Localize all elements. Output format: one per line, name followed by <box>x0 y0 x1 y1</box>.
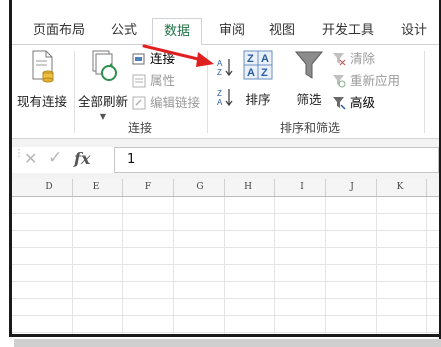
ribbon-separator <box>424 51 425 133</box>
tab-view[interactable]: 视图 <box>262 18 302 44</box>
filter-button[interactable]: 筛选 <box>288 49 330 108</box>
svg-text:Z: Z <box>247 53 254 65</box>
tab-developer[interactable]: 开发工具 <box>314 18 382 44</box>
grid-line <box>12 315 439 316</box>
advanced-filter-icon <box>333 97 346 110</box>
reapply-icon <box>333 75 346 88</box>
column-separator <box>274 179 275 196</box>
grid-line <box>12 213 439 214</box>
cell-grid[interactable] <box>12 197 439 334</box>
excel-window: 页面布局 公式 数据 审阅 视图 开发工具 设计 现有连接 全部刷新 ▼ 连接 … <box>0 0 441 347</box>
filter-funnel-icon <box>294 51 324 79</box>
column-header-e[interactable]: E <box>86 179 106 196</box>
sort-label: 排序 <box>245 92 271 107</box>
cancel-icon[interactable]: ✕ <box>24 149 37 168</box>
sort-descending-icon[interactable]: Z A <box>216 87 234 107</box>
clear-filter-label: 清除 <box>350 51 376 66</box>
grid-line <box>173 197 174 334</box>
column-separator <box>325 179 326 196</box>
tab-data[interactable]: 数据 <box>152 18 202 45</box>
grid-line <box>274 197 275 334</box>
formula-dropdown-dots[interactable]: ⋮ <box>14 149 24 169</box>
clear-filter-icon <box>333 53 346 66</box>
formula-bar: ⋮ ✕ ✓ fx 1 <box>12 147 439 173</box>
svg-text:A: A <box>261 53 269 65</box>
grid-line <box>224 197 225 334</box>
ribbon-tab-bar: 页面布局 公式 数据 审阅 视图 开发工具 设计 <box>12 18 439 45</box>
red-arrow-annotation <box>142 44 214 67</box>
grid-line <box>325 197 326 334</box>
advanced-filter-label: 高级 <box>350 95 376 110</box>
properties-label: 属性 <box>150 73 176 88</box>
filter-label: 筛选 <box>296 92 322 107</box>
edit-links-label: 编辑链接 <box>150 95 201 110</box>
existing-connections-icon <box>32 50 54 83</box>
grid-line <box>12 281 439 282</box>
grid-line <box>426 197 427 334</box>
grid-line <box>12 247 439 248</box>
grid-line <box>72 197 73 334</box>
column-separator <box>122 179 123 196</box>
grid-line <box>12 332 439 333</box>
svg-text:A: A <box>247 67 255 79</box>
window-border <box>9 0 12 337</box>
svg-text:Z: Z <box>261 67 268 79</box>
column-header-k[interactable]: K <box>390 179 410 196</box>
column-header-g[interactable]: G <box>190 179 210 196</box>
grid-line <box>122 197 123 334</box>
refresh-all-icon <box>92 50 117 81</box>
tab-page-layout[interactable]: 页面布局 <box>26 18 92 44</box>
column-header-bar: D E F G H I J K <box>12 179 439 197</box>
tab-review[interactable]: 审阅 <box>212 18 252 44</box>
data-ribbon: 现有连接 全部刷新 ▼ 连接 属性 编辑链接 连接 A Z Z A Z A A … <box>12 45 439 139</box>
grid-line <box>376 197 377 334</box>
sort-dialog-icon: Z A A Z <box>243 50 273 80</box>
properties-icon <box>132 74 146 88</box>
chevron-down-icon[interactable]: ▼ <box>76 112 130 121</box>
sort-button[interactable]: Z A A Z 排序 <box>238 49 278 108</box>
ribbon-gap <box>12 139 439 147</box>
existing-connections-button[interactable]: 现有连接 <box>14 49 70 110</box>
tab-design[interactable]: 设计 <box>394 18 434 44</box>
ribbon-separator <box>74 51 75 133</box>
column-header-h[interactable]: H <box>238 179 258 196</box>
column-header-i[interactable]: I <box>292 179 312 196</box>
grid-line <box>12 298 439 299</box>
tab-formulas[interactable]: 公式 <box>104 18 144 44</box>
grid-line <box>12 230 439 231</box>
column-separator <box>224 179 225 196</box>
connections-group-label: 连接 <box>128 121 153 135</box>
sort-filter-group-label: 排序和筛选 <box>280 121 341 135</box>
edit-links-icon <box>132 96 146 110</box>
column-separator <box>72 179 73 196</box>
window-shadow <box>14 339 441 347</box>
refresh-all-label: 全部刷新 <box>77 94 128 109</box>
column-header-j[interactable]: J <box>342 179 362 196</box>
column-separator <box>376 179 377 196</box>
existing-connections-label: 现有连接 <box>16 94 67 109</box>
grid-line <box>12 264 439 265</box>
column-separator <box>173 179 174 196</box>
reapply-label: 重新应用 <box>350 73 401 88</box>
svg-text:Z: Z <box>217 89 222 98</box>
column-header-f[interactable]: F <box>138 179 158 196</box>
insert-function-icon[interactable]: fx <box>74 149 90 168</box>
svg-text:A: A <box>217 98 223 107</box>
formula-input[interactable]: 1 <box>114 147 439 173</box>
column-header-d[interactable]: D <box>38 179 60 196</box>
refresh-all-button[interactable]: 全部刷新 ▼ <box>76 49 130 121</box>
enter-icon[interactable]: ✓ <box>48 148 62 168</box>
window-border <box>9 334 441 337</box>
column-separator <box>426 179 427 196</box>
